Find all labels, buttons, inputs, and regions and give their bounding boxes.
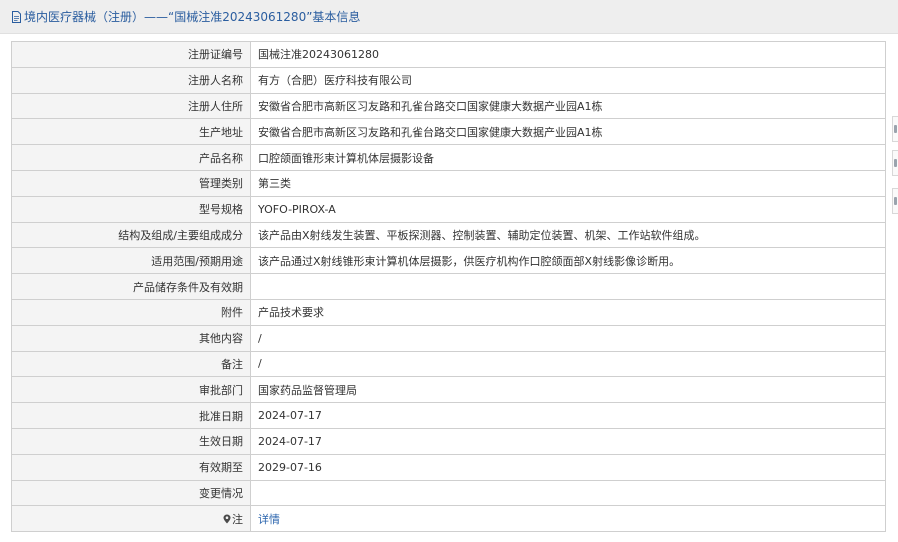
- row-value: 2024-07-17: [250, 402, 886, 429]
- table-row: 变更情况: [11, 479, 886, 507]
- row-value: 安徽省合肥市高新区习友路和孔雀台路交口国家健康大数据产业园A1栋: [250, 118, 886, 146]
- table-row: 结构及组成/主要组成成分 该产品由X射线发生装置、平板探测器、控制装置、辅助定位装…: [11, 221, 886, 249]
- table-row: 管理类别 第三类: [11, 169, 886, 197]
- row-label: 结构及组成/主要组成成分: [11, 221, 251, 249]
- row-value: 2029-07-16: [250, 453, 886, 481]
- row-value: 有方（合肥）医疗科技有限公司: [250, 66, 886, 94]
- row-label: 附件: [11, 298, 251, 326]
- row-label: 生效日期: [11, 427, 251, 455]
- table-row: 注册人住所 安徽省合肥市高新区习友路和孔雀台路交口国家健康大数据产业园A1栋: [11, 92, 886, 120]
- device-info-table: 注册证编号 国械注准20243061280 注册人名称 有方（合肥）医疗科技有限公司…: [11, 41, 886, 533]
- row-value: /: [250, 324, 886, 352]
- page-title: 境内医疗器械（注册）——“国械注准20243061280”基本信息: [24, 10, 361, 24]
- row-value: 口腔颌面锥形束计算机体层摄影设备: [250, 144, 886, 171]
- table-row: 型号规格 YOFO-PIROX-A: [11, 195, 886, 223]
- table-row: 附件 产品技术要求: [11, 298, 886, 326]
- row-value: 2024-07-17: [250, 427, 886, 455]
- note-label-cell: 注: [11, 505, 251, 533]
- row-label: 其他内容: [11, 324, 251, 352]
- pin-icon: [223, 514, 231, 524]
- row-label: 注册人住所: [11, 92, 251, 120]
- row-label: 审批部门: [11, 376, 251, 404]
- table-row: 注册证编号 国械注准20243061280: [11, 41, 886, 68]
- table-row: 其他内容 /: [11, 324, 886, 352]
- row-label: 生产地址: [11, 118, 251, 146]
- row-label: 产品名称: [11, 144, 251, 171]
- row-label: 型号规格: [11, 195, 251, 223]
- details-link[interactable]: 详情: [258, 513, 280, 526]
- document-icon: [12, 10, 21, 23]
- table-row: 批准日期 2024-07-17: [11, 402, 886, 429]
- side-panel-tab[interactable]: [892, 188, 898, 214]
- row-label: 注册证编号: [11, 41, 251, 68]
- table-row: 生产地址 安徽省合肥市高新区习友路和孔雀台路交口国家健康大数据产业园A1栋: [11, 118, 886, 146]
- row-value: [250, 479, 886, 507]
- table-row: 产品储存条件及有效期: [11, 273, 886, 300]
- row-value: /: [250, 350, 886, 378]
- row-label: 有效期至: [11, 453, 251, 481]
- row-value: 该产品通过X射线锥形束计算机体层摄影，供医疗机构作口腔颌面部X射线影像诊断用。: [250, 247, 886, 275]
- page-title-bar: 境内医疗器械（注册）——“国械注准20243061280”基本信息: [0, 0, 898, 34]
- table-row: 审批部门 国家药品监督管理局: [11, 376, 886, 404]
- table-row: 有效期至 2029-07-16: [11, 453, 886, 481]
- row-value: 第三类: [250, 169, 886, 197]
- row-value: [250, 273, 886, 300]
- row-value: 国械注准20243061280: [250, 41, 886, 68]
- row-value: 产品技术要求: [250, 298, 886, 326]
- row-label: 适用范围/预期用途: [11, 247, 251, 275]
- side-panel-tab[interactable]: [892, 116, 898, 142]
- row-label: 管理类别: [11, 169, 251, 197]
- table-row: 备注 /: [11, 350, 886, 378]
- row-value: 安徽省合肥市高新区习友路和孔雀台路交口国家健康大数据产业园A1栋: [250, 92, 886, 120]
- table-row: 产品名称 口腔颌面锥形束计算机体层摄影设备: [11, 144, 886, 171]
- note-label: 注: [232, 512, 243, 526]
- side-tab-icon: [894, 197, 897, 205]
- table-row: 生效日期 2024-07-17: [11, 427, 886, 455]
- note-value-cell: 详情: [250, 505, 886, 533]
- side-tab-icon: [894, 125, 897, 133]
- note-row: 注 详情: [11, 505, 886, 533]
- side-tab-icon: [894, 159, 897, 167]
- row-value: 该产品由X射线发生装置、平板探测器、控制装置、辅助定位装置、机架、工作站软件组成…: [250, 221, 886, 249]
- side-panel-tab[interactable]: [892, 150, 898, 176]
- row-value: 国家药品监督管理局: [250, 376, 886, 404]
- table-row: 适用范围/预期用途 该产品通过X射线锥形束计算机体层摄影，供医疗机构作口腔颌面部X…: [11, 247, 886, 275]
- row-label: 备注: [11, 350, 251, 378]
- table-row: 注册人名称 有方（合肥）医疗科技有限公司: [11, 66, 886, 94]
- row-label: 变更情况: [11, 479, 251, 507]
- row-label: 批准日期: [11, 402, 251, 429]
- row-label: 产品储存条件及有效期: [11, 273, 251, 300]
- row-value: YOFO-PIROX-A: [250, 195, 886, 223]
- row-label: 注册人名称: [11, 66, 251, 94]
